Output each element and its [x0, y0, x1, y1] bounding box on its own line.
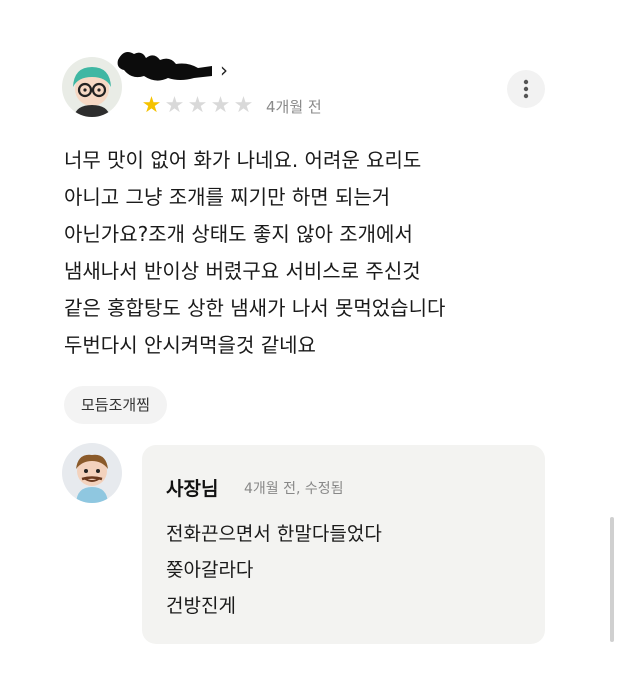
star-icon: ★: [164, 93, 185, 118]
menu-tag-chip[interactable]: 모듬조개찜: [64, 386, 168, 424]
character-avatar-icon: [62, 57, 122, 117]
chevron-right-icon[interactable]: ›: [220, 60, 228, 80]
owner-avatar: [62, 443, 122, 503]
reply-meta: 4개월 전, 수정됨: [244, 481, 344, 497]
vertical-dots-icon: [523, 79, 529, 99]
star-icon: ★: [187, 93, 208, 118]
reply-text: 전화끈으면서 한말다들었다 쫒아갈라다 건방진게: [166, 523, 382, 617]
star-icon: ★: [210, 93, 231, 118]
more-options-button[interactable]: [507, 70, 545, 108]
star-icon: ★: [233, 93, 254, 118]
rating-stars: ★ ★ ★ ★ ★: [140, 95, 255, 117]
star-icon: ★: [141, 93, 162, 118]
owner-name: 사장님: [166, 478, 219, 500]
review-text: 너무 맛이 없어 화가 나네요. 어려운 요리도 아니고 그냥 조개를 찌기만 …: [64, 148, 446, 357]
character-avatar-icon: [62, 443, 122, 503]
review-date: 4개월 전: [266, 98, 322, 116]
scrollbar[interactable]: [610, 517, 614, 642]
reviewer-name-redaction: [114, 46, 218, 90]
reviewer-avatar[interactable]: [62, 57, 122, 117]
